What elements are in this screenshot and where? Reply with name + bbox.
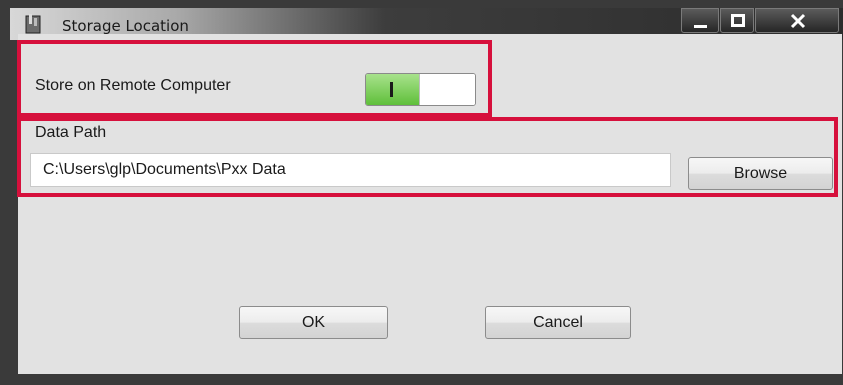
toggle-thumb[interactable] — [419, 74, 475, 105]
window-title: Storage Location — [62, 17, 189, 35]
dialog-body: Store on Remote Computer Data Path Brows… — [18, 34, 842, 374]
store-remote-toggle[interactable] — [365, 73, 476, 106]
maximize-icon — [731, 14, 745, 27]
ok-button[interactable]: OK — [239, 306, 388, 339]
storage-location-dialog: Storage Location Store on Remote Compute… — [0, 0, 843, 385]
minimize-icon — [694, 25, 707, 28]
minimize-button[interactable] — [681, 8, 719, 33]
browse-button[interactable]: Browse — [688, 157, 833, 190]
toggle-on-track — [366, 74, 419, 105]
store-remote-label: Store on Remote Computer — [35, 77, 231, 94]
cancel-button[interactable]: Cancel — [485, 306, 631, 339]
data-path-input[interactable] — [30, 153, 671, 187]
close-icon — [790, 13, 806, 29]
maximize-button[interactable] — [720, 8, 754, 33]
data-path-label: Data Path — [35, 124, 107, 141]
toggle-on-indicator — [390, 82, 393, 97]
close-button[interactable] — [755, 8, 839, 33]
app-icon — [25, 14, 41, 34]
